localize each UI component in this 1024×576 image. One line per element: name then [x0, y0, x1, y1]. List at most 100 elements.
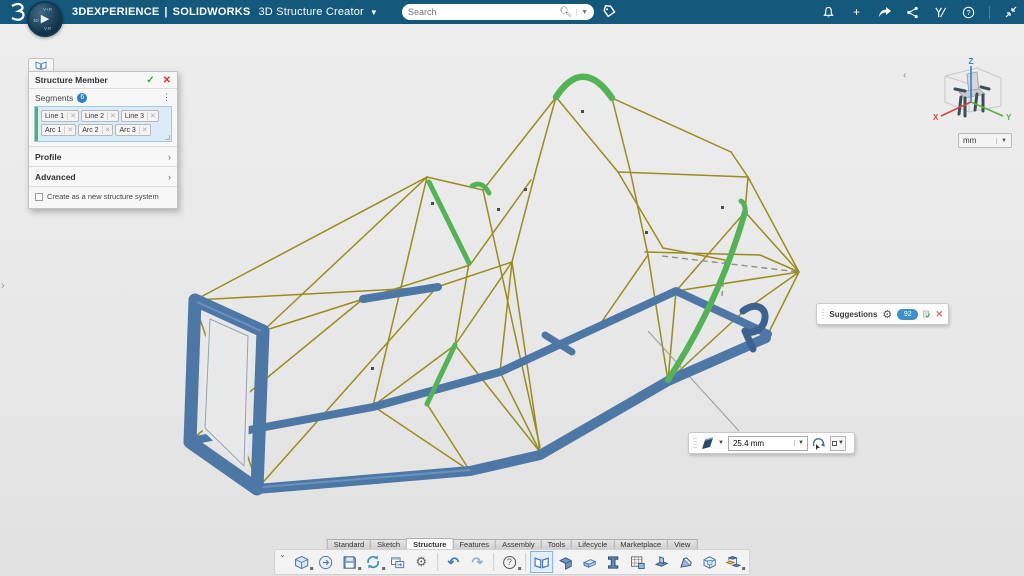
- topbar-actions: + ?: [821, 0, 1018, 24]
- segment-chip-label: Line 3: [124, 112, 144, 120]
- beam-tool[interactable]: [602, 551, 625, 573]
- brand-separator: |: [164, 6, 168, 18]
- svg-text:?: ?: [966, 7, 970, 16]
- resize-handle[interactable]: [165, 135, 170, 140]
- add-icon[interactable]: +: [849, 5, 864, 20]
- segment-chip[interactable]: Line 3 ✕: [120, 110, 159, 122]
- search-input[interactable]: [408, 7, 560, 17]
- size-input[interactable]: [728, 438, 787, 448]
- brand-3dexperience: 3DEXPERIENCE: [72, 6, 160, 18]
- drag-handle[interactable]: [693, 437, 697, 449]
- search-icon[interactable]: 🔍︎: [559, 7, 572, 18]
- alignment-button[interactable]: ▼: [829, 435, 846, 451]
- left-panel-expander-icon[interactable]: ›: [1, 280, 5, 292]
- segment-chip[interactable]: Arc 2 ✕: [78, 124, 114, 136]
- units-dropdown[interactable]: mm ▼: [958, 133, 1012, 148]
- pattern-tool[interactable]: [722, 551, 745, 573]
- segment-chip[interactable]: Line 2 ✕: [80, 110, 119, 122]
- gusset-tool[interactable]: [650, 551, 673, 573]
- app-window: ▶ V+R 3D V.R 3DEXPERIENCE | SOLIDWORKS 3…: [0, 0, 1024, 576]
- chip-remove-icon[interactable]: ✕: [138, 126, 148, 134]
- member-table-tool[interactable]: [626, 551, 649, 573]
- settings-gear-icon[interactable]: ⚙: [410, 551, 433, 573]
- corner-gusset-tool[interactable]: [674, 551, 697, 573]
- toolbar-collapse-icon[interactable]: ⌄: [279, 550, 286, 559]
- suggestions-close-icon[interactable]: ✕: [935, 309, 943, 320]
- cube-tool[interactable]: [698, 551, 721, 573]
- chip-remove-icon[interactable]: ✕: [107, 112, 116, 120]
- apply-button[interactable]: ✓: [146, 75, 154, 86]
- structure-member-icon: [534, 557, 549, 569]
- profile-label: Profile: [35, 151, 62, 162]
- suggestions-settings-icon[interactable]: ⚙: [882, 308, 892, 321]
- open-icon[interactable]: [314, 551, 337, 573]
- toolbar-separator: [492, 553, 494, 571]
- chip-remove-icon[interactable]: ✕: [67, 112, 76, 120]
- undo-icon[interactable]: ↶: [442, 551, 465, 573]
- chip-remove-icon[interactable]: ✕: [146, 112, 156, 120]
- triad-collapse-icon[interactable]: ‹: [903, 70, 906, 81]
- drag-handle[interactable]: [822, 308, 825, 320]
- units-value: mm: [963, 136, 977, 145]
- suggestions-label: Suggestions: [829, 309, 878, 319]
- collapse-icon[interactable]: [1003, 5, 1018, 20]
- share-nodes-icon[interactable]: [905, 5, 920, 20]
- new-part-icon[interactable]: [290, 551, 313, 573]
- app-switcher-chevron-icon[interactable]: ▼: [370, 8, 378, 17]
- save-icon[interactable]: [338, 551, 361, 573]
- segments-count-badge: 6: [77, 92, 88, 103]
- selected-segment-line-1: [426, 179, 472, 266]
- flyout-dot: [517, 567, 521, 570]
- compass-play-icon[interactable]: ▶: [41, 13, 49, 25]
- panel-tab[interactable]: [28, 58, 54, 71]
- units-chevron-icon: ▼: [996, 137, 1007, 144]
- corner-treatment-chevron-icon[interactable]: ▼: [718, 440, 724, 446]
- new-structure-system-checkbox[interactable]: [35, 192, 43, 201]
- new-structure-system-option: Create as a new structure system: [29, 186, 177, 208]
- dimension-toolbar: ▼ ▼ ▼: [688, 432, 855, 454]
- selected-segment-arc-2: [552, 73, 616, 102]
- size-chevron-icon[interactable]: ▼: [794, 440, 807, 446]
- segment-chip-label: Arc 1: [45, 126, 62, 134]
- advanced-section[interactable]: Advanced ›: [29, 166, 177, 186]
- corner-treatment-icon[interactable]: [701, 436, 714, 450]
- panel-title: Structure Member: [35, 75, 108, 85]
- segment-chip[interactable]: Arc 1 ✕: [41, 124, 77, 136]
- share-arrow-icon[interactable]: [877, 5, 892, 20]
- chevron-right-icon: ›: [168, 151, 171, 162]
- tag-icon[interactable]: [601, 4, 617, 20]
- bell-icon[interactable]: [821, 5, 836, 20]
- flyout-dot: [741, 567, 745, 570]
- segments-menu-icon[interactable]: ⋮: [162, 92, 171, 103]
- search-scope-chevron-icon[interactable]: ▼: [576, 8, 588, 16]
- segment-chip[interactable]: Line 1 ✕: [41, 110, 79, 122]
- chip-remove-icon[interactable]: ✕: [101, 126, 110, 134]
- structure-member-panel: Structure Member ✓ ✕ Segments 6 ⋮ Line 1…: [28, 58, 178, 209]
- view-orientation-triad[interactable]: Z X Y: [915, 58, 1015, 136]
- swap-window-icon[interactable]: [386, 551, 409, 573]
- structure-member-tool[interactable]: [529, 551, 553, 573]
- flip-direction-icon[interactable]: [812, 437, 826, 450]
- help-icon[interactable]: ?: [498, 551, 521, 573]
- advanced-label: Advanced: [35, 171, 76, 182]
- signature-icon[interactable]: [933, 5, 948, 20]
- topbar-separator: [989, 5, 990, 19]
- apply-suggestions-icon[interactable]: [923, 308, 931, 320]
- segments-row: Segments 6 ⋮: [29, 89, 177, 106]
- panel-tool[interactable]: [578, 551, 601, 573]
- redo-icon[interactable]: ↷: [466, 551, 489, 573]
- chip-remove-icon[interactable]: ✕: [64, 126, 73, 134]
- corner-trim-tool[interactable]: [554, 551, 577, 573]
- 3dexperience-compass[interactable]: ▶ V+R 3D V.R: [27, 1, 63, 37]
- cancel-button[interactable]: ✕: [163, 75, 171, 86]
- brand-title: 3DEXPERIENCE | SOLIDWORKS 3D Structure C…: [72, 0, 378, 24]
- segment-chip[interactable]: Arc 3 ✕: [115, 124, 151, 136]
- global-search[interactable]: 🔍︎ ▼: [402, 4, 594, 20]
- profile-section[interactable]: Profile ›: [29, 146, 177, 166]
- segment-chip-label: Line 1: [45, 112, 65, 120]
- segment-chip-label: Line 2: [84, 112, 105, 120]
- segments-selection-box[interactable]: Line 1 ✕ Line 2 ✕ Line 3 ✕ Arc 1 ✕ Arc 2 ✕ Ar…: [34, 106, 172, 142]
- help-icon[interactable]: ?: [961, 5, 976, 20]
- suggestions-count-badge: 92: [897, 308, 919, 320]
- sync-icon[interactable]: [362, 551, 385, 573]
